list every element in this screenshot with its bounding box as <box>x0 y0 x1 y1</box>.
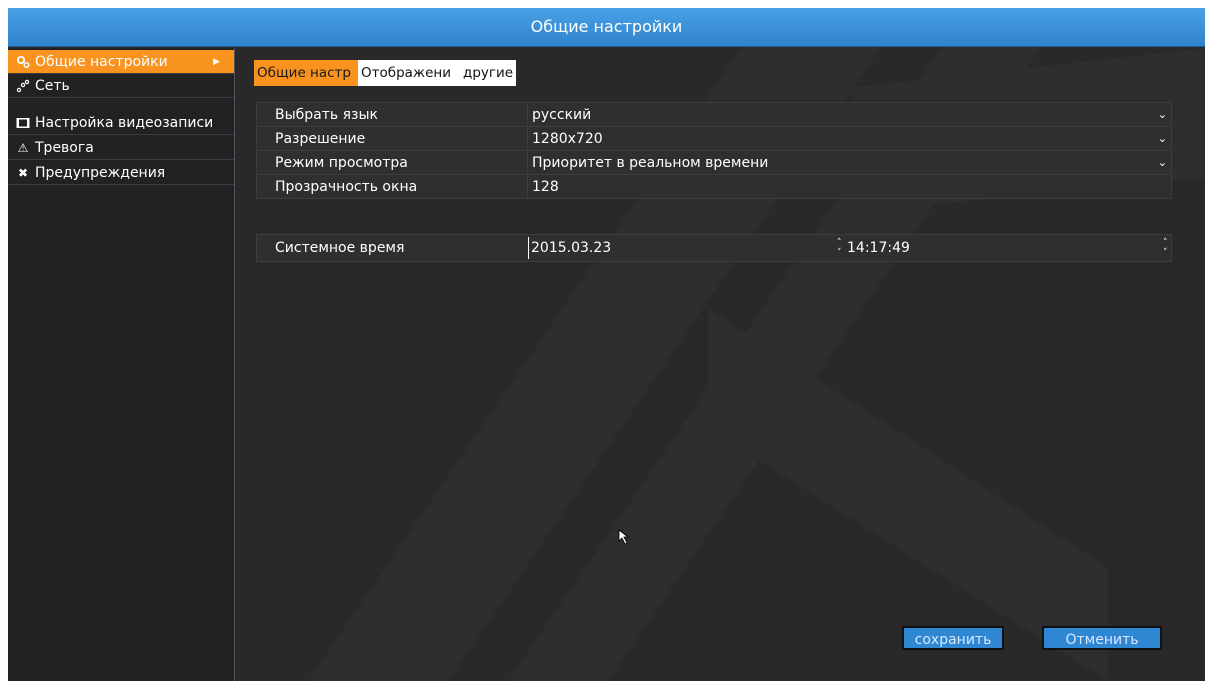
sidebar-item-warnings[interactable]: ✖ Предупреждения <box>8 161 234 185</box>
warning-icon: ⚠ <box>17 140 29 155</box>
mouse-cursor-icon <box>618 529 630 545</box>
sidebar: Общие настройки ▶ Сеть Настройка видеоза… <box>8 48 235 681</box>
sidebar-item-label: Общие настройки <box>35 53 168 70</box>
time-spinner-icon[interactable]: ˄ ˅ <box>1163 238 1168 258</box>
system-time-row: Системное время 2015.03.23 ˄ ˅ 14:17:49 ˄… <box>256 234 1172 262</box>
cancel-button[interactable]: Отменить <box>1042 626 1162 650</box>
transparency-field[interactable]: 128 <box>527 175 1171 198</box>
setting-label: Режим просмотра <box>275 154 408 171</box>
setting-value: 1280x720 <box>532 130 603 147</box>
tab-display[interactable]: Отображени <box>358 60 460 86</box>
chevron-right-icon: ▶ <box>213 57 220 67</box>
sidebar-item-recording[interactable]: Настройка видеозаписи <box>8 111 234 135</box>
save-button[interactable]: сохранить <box>902 626 1004 650</box>
setting-value: русский <box>532 106 592 123</box>
sidebar-item-label: Сеть <box>35 77 70 94</box>
sidebar-item-alarm[interactable]: ⚠ Тревога <box>8 136 234 160</box>
setting-row-resolution: Разрешение 1280x720 ⌄ <box>257 127 1171 151</box>
sidebar-item-label: Настройка видеозаписи <box>35 114 214 131</box>
tab-other[interactable]: другие настр <box>460 60 516 86</box>
setting-value: 128 <box>532 178 559 195</box>
setting-label: Выбрать язык <box>275 106 378 123</box>
tab-bar: Общие настр Отображени другие настр <box>254 60 516 86</box>
film-icon <box>16 116 30 130</box>
setting-row-language: Выбрать язык русский ⌄ <box>257 103 1171 127</box>
tools-icon: ✖ <box>17 165 29 180</box>
sidebar-item-label: Тревога <box>35 139 94 156</box>
time-field[interactable]: 14:17:49 <box>847 235 910 261</box>
gears-icon <box>16 55 30 69</box>
settings-table: Выбрать язык русский ⌄ Разрешение 1280x7… <box>256 102 1172 199</box>
setting-value: Приоритет в реальном времени <box>532 154 769 171</box>
setting-row-view-mode: Режим просмотра Приоритет в реальном вре… <box>257 151 1171 175</box>
date-spinner-icon[interactable]: ˄ ˅ <box>837 238 842 258</box>
window-title: Общие настройки <box>8 8 1205 47</box>
setting-row-transparency: Прозрачность окна 128 <box>257 175 1171 198</box>
setting-label: Разрешение <box>275 130 366 147</box>
date-field[interactable]: 2015.03.23 <box>528 237 611 259</box>
resolution-select[interactable]: 1280x720 ⌄ <box>527 127 1171 150</box>
chevron-down-icon[interactable]: ⌄ <box>1158 151 1167 174</box>
sidebar-item-label: Предупреждения <box>35 164 166 181</box>
sidebar-item-network[interactable]: Сеть <box>8 74 234 98</box>
settings-window: Общие настройки Общие настройки ▶ Сеть Н… <box>8 8 1205 681</box>
tab-general[interactable]: Общие настр <box>254 60 358 86</box>
language-select[interactable]: русский ⌄ <box>527 103 1171 126</box>
view-mode-select[interactable]: Приоритет в реальном времени ⌄ <box>527 151 1171 174</box>
setting-label: Прозрачность окна <box>275 178 418 195</box>
system-time-label: Системное время <box>275 240 405 256</box>
network-icon <box>16 79 30 93</box>
chevron-down-icon[interactable]: ⌄ <box>1158 103 1167 126</box>
sidebar-item-general[interactable]: Общие настройки ▶ <box>8 50 234 74</box>
chevron-down-icon[interactable]: ⌄ <box>1158 127 1167 150</box>
